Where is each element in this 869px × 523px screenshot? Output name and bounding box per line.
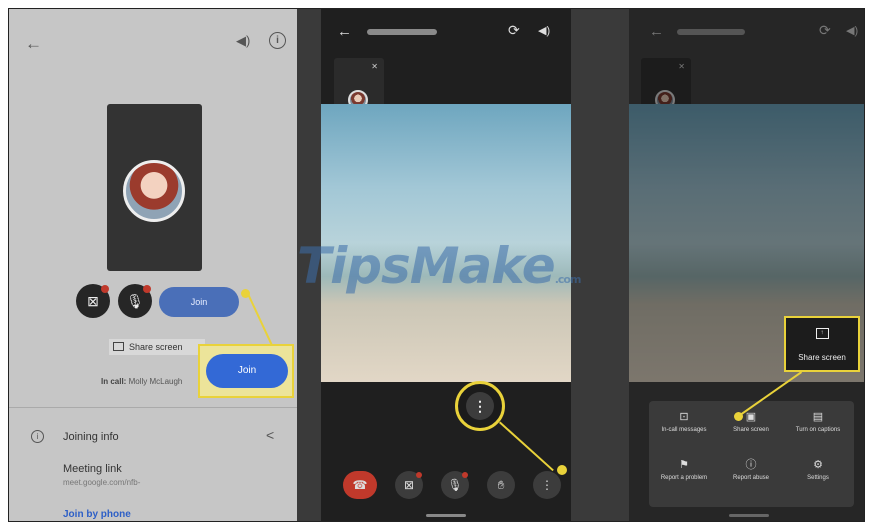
divider <box>9 407 297 408</box>
menu-item-label: Report abuse <box>732 475 770 481</box>
join-highlight-callout: Join <box>198 344 294 398</box>
menu-item-report-problem[interactable]: ⚑ Report a problem <box>654 459 714 482</box>
warning-dot <box>101 285 109 293</box>
menu-item-report-abuse[interactable]: ⓘ Report abuse <box>721 459 781 482</box>
share-screen-label: Share screen <box>798 353 846 362</box>
back-arrow-icon[interactable]: ← <box>649 23 664 40</box>
chat-icon: ⊡ <box>679 411 689 423</box>
watermark: TipsMake.com <box>297 237 582 295</box>
camera-off-icon: ⊠ <box>403 478 415 492</box>
hand-icon: ✋︎ <box>497 478 505 492</box>
end-call-button[interactable]: ☎︎ <box>343 471 377 499</box>
menu-item-captions[interactable]: ▤ Turn on captions <box>788 411 848 434</box>
menu-item-label: Turn on captions <box>795 427 841 433</box>
join-button[interactable]: Join <box>159 287 239 317</box>
camera-off-button[interactable]: ⊠ <box>76 284 110 318</box>
share-screen-icon <box>113 342 124 351</box>
report-problem-icon: ⚑ <box>679 459 689 471</box>
blurred-meeting-title <box>677 29 745 35</box>
share-screen-highlight-callout[interactable]: ↑ Share screen <box>784 316 860 372</box>
share-screen-icon: ↑ <box>815 328 829 339</box>
highlight-dot <box>557 465 567 475</box>
join-by-phone-link[interactable]: Join by phone <box>63 509 131 520</box>
info-icon[interactable]: i <box>269 32 286 49</box>
highlight-pointer-line <box>499 421 554 472</box>
more-options-button-small[interactable]: ⋮ <box>533 471 561 499</box>
speaker-icon[interactable]: ◀) <box>538 24 550 37</box>
share-screen-label: Share screen <box>129 342 183 352</box>
raise-hand-button[interactable]: ✋︎ <box>487 471 515 499</box>
switch-camera-icon[interactable]: ⟳ <box>819 22 831 39</box>
share-screen-button[interactable]: Share screen <box>109 339 205 355</box>
warning-dot <box>143 285 151 293</box>
settings-icon: ⚙ <box>813 459 823 471</box>
screenshot-frame: ← ◀) i ⊠ 🎙︎ Join Share screen In call: M… <box>8 8 865 522</box>
mic-off-icon: ✕ <box>678 62 685 71</box>
back-arrow-icon[interactable]: ← <box>25 35 42 52</box>
meeting-link-label: Meeting link <box>63 463 122 475</box>
share-screen-icon: ▣ <box>745 411 757 423</box>
camera-off-button[interactable]: ⊠ <box>395 471 423 499</box>
share-icon[interactable]: < <box>266 427 274 443</box>
info-icon: i <box>31 430 44 443</box>
watermark-text: TipsMake <box>297 237 556 295</box>
menu-item-settings[interactable]: ⚙ Settings <box>788 459 848 482</box>
menu-item-label: In-call messages <box>661 427 707 433</box>
options-menu-panel: ← ⟳ ◀) ✕ ↑ Share screen ⊡ In-call messag… <box>629 9 864 521</box>
speaker-icon[interactable]: ◀) <box>236 34 250 47</box>
home-indicator <box>729 514 769 517</box>
blurred-meeting-title <box>367 29 437 35</box>
more-options-button[interactable]: ⋮ <box>466 392 494 420</box>
report-abuse-icon: ⓘ <box>745 459 757 471</box>
mic-off-icon: 🎙︎ <box>126 293 144 309</box>
in-call-status: In call: Molly McLaugh <box>101 377 182 386</box>
hang-up-icon: ☎︎ <box>352 478 368 492</box>
more-vert-icon: ⋮ <box>541 478 553 492</box>
more-options-highlight: ⋮ <box>455 381 505 431</box>
warning-dot <box>416 472 422 478</box>
captions-icon: ▤ <box>812 411 824 423</box>
speaker-icon[interactable]: ◀) <box>846 24 858 37</box>
home-indicator <box>426 514 466 517</box>
back-arrow-icon[interactable]: ← <box>337 23 352 40</box>
mic-off-icon: 🎙︎ <box>447 478 463 492</box>
joining-info-heading: Joining info <box>63 431 119 443</box>
join-button-zoomed[interactable]: Join <box>206 354 288 388</box>
mic-off-button[interactable]: 🎙︎ <box>118 284 152 318</box>
camera-off-icon: ⊠ <box>87 293 99 309</box>
avatar <box>123 160 185 222</box>
warning-dot <box>462 472 468 478</box>
in-call-names: Molly McLaugh <box>128 377 183 386</box>
in-call-label: In call: <box>101 377 127 386</box>
prejoin-panel: ← ◀) i ⊠ 🎙︎ Join Share screen In call: M… <box>9 9 297 521</box>
meeting-link-value[interactable]: meet.google.com/nfb- <box>63 478 140 487</box>
menu-item-label: Report a problem <box>660 475 708 481</box>
watermark-suffix: .com <box>554 273 582 286</box>
menu-item-label: Settings <box>807 475 829 481</box>
mic-off-button[interactable]: 🎙︎ <box>441 471 469 499</box>
menu-item-in-call-messages[interactable]: ⊡ In-call messages <box>654 411 714 434</box>
mic-off-icon: ✕ <box>371 62 378 71</box>
self-preview <box>107 104 202 271</box>
more-options-menu: ⊡ In-call messages ▣ Share screen ▤ Turn… <box>649 401 854 507</box>
menu-item-label: Share screen <box>733 427 769 433</box>
switch-camera-icon[interactable]: ⟳ <box>508 22 520 39</box>
menu-item-share-screen[interactable]: ▣ Share screen <box>721 411 781 434</box>
